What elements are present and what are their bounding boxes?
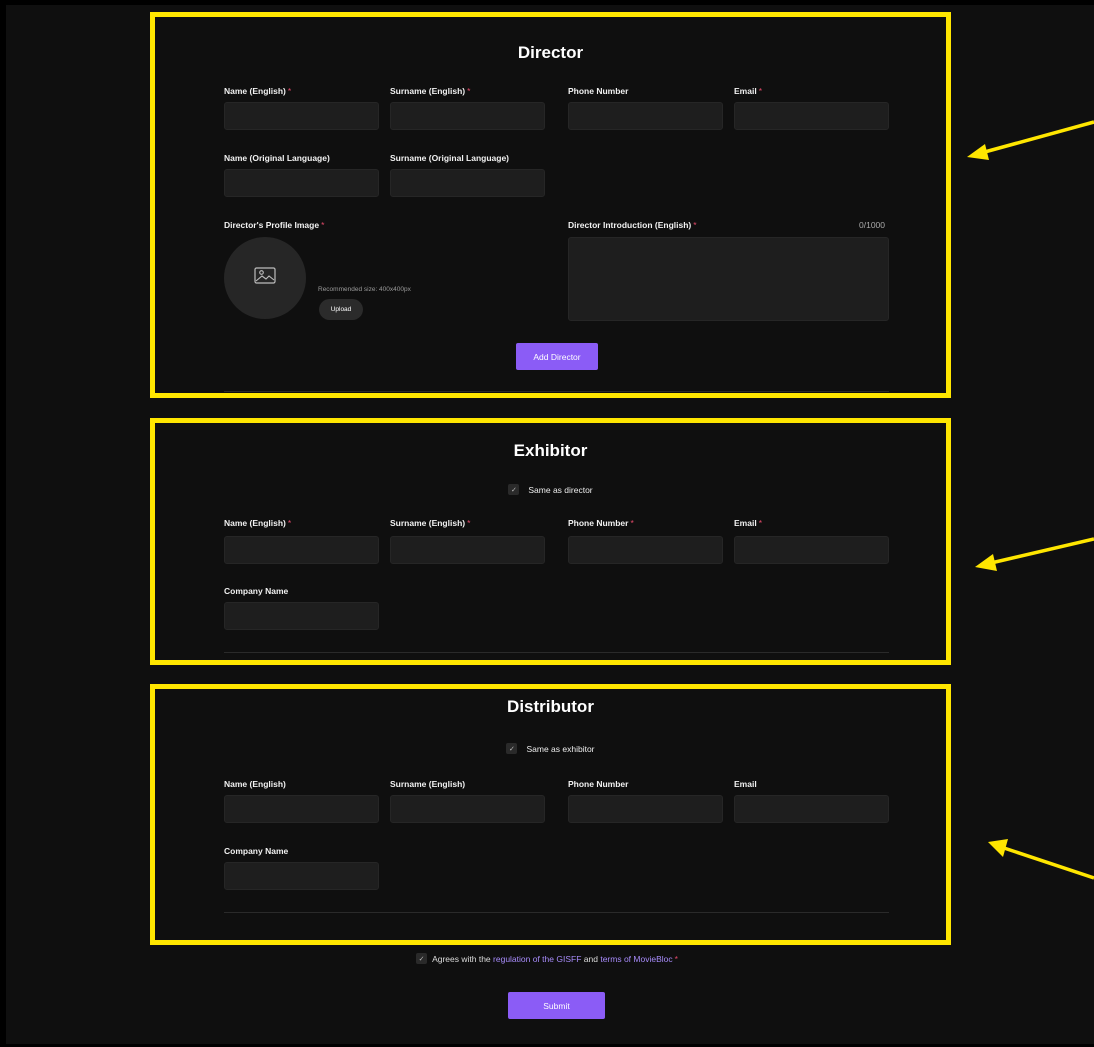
distributor-phone-input[interactable]	[568, 795, 723, 823]
exhibitor-divider	[224, 652, 889, 653]
distributor-divider	[224, 912, 889, 913]
submit-button[interactable]: Submit	[508, 992, 605, 1019]
director-intro-counter: 0/1000	[859, 220, 885, 230]
distributor-email-label: Email	[734, 779, 757, 789]
exhibitor-same-as-row: ✓ Same as director	[155, 484, 946, 495]
distributor-phone-label: Phone Number	[568, 779, 629, 789]
check-icon: ✓	[510, 486, 517, 494]
add-director-button[interactable]: Add Director	[516, 343, 598, 370]
exhibitor-phone-input[interactable]	[568, 536, 723, 564]
moviebloc-terms-link[interactable]: terms of MovieBloc	[600, 954, 672, 964]
same-as-exhibitor-label: Same as exhibitor	[526, 743, 595, 754]
agreement-required-mark: *	[674, 953, 678, 964]
agreement-prefix: Agrees with the	[432, 953, 491, 964]
distributor-name-en-label: Name (English)	[224, 779, 286, 789]
distributor-name-en-input[interactable]	[224, 795, 379, 823]
exhibitor-company-input[interactable]	[224, 602, 379, 630]
check-icon: ✓	[418, 955, 425, 963]
same-as-exhibitor-checkbox[interactable]: ✓	[506, 743, 518, 754]
exhibitor-surname-en-label: Surname (English) *	[390, 518, 471, 528]
exhibitor-name-en-label: Name (English) *	[224, 518, 292, 528]
director-phone-input[interactable]	[568, 102, 723, 130]
exhibitor-section: Exhibitor ✓ Same as director Name (Engli…	[150, 418, 951, 665]
upload-button[interactable]: Upload	[319, 299, 363, 320]
distributor-email-input[interactable]	[734, 795, 889, 823]
arrow-icon	[975, 537, 1094, 571]
distributor-section: Distributor ✓ Same as exhibitor Name (En…	[150, 684, 951, 945]
director-title: Director	[517, 43, 584, 62]
agreement-middle: and	[583, 953, 598, 964]
director-section: Director Name (English) * Surname (Englis…	[150, 12, 951, 398]
exhibitor-surname-en-input[interactable]	[390, 536, 545, 564]
exhibitor-email-label: Email *	[734, 518, 762, 528]
director-surname-orig-label: Surname (Original Language)	[390, 153, 510, 163]
image-icon	[254, 267, 276, 289]
director-intro-label: Director Introduction (English) *	[568, 220, 697, 230]
director-name-en-input[interactable]	[224, 102, 379, 130]
director-intro-textarea[interactable]	[568, 237, 889, 321]
check-icon: ✓	[509, 745, 515, 753]
director-surname-orig-input[interactable]	[390, 169, 545, 197]
recommended-size-text: Recommended size: 400x400px	[318, 286, 411, 293]
director-name-en-label: Name (English) *	[224, 86, 292, 96]
exhibitor-name-en-input[interactable]	[224, 536, 379, 564]
director-phone-label: Phone Number	[568, 86, 629, 96]
director-name-orig-input[interactable]	[224, 169, 379, 197]
agreement-row: ✓ Agrees with the regulation of the GISF…	[0, 953, 1094, 964]
distributor-same-as-row: ✓ Same as exhibitor	[155, 743, 946, 754]
distributor-company-label: Company Name	[224, 846, 289, 856]
gisff-regulation-link[interactable]: regulation of the GISFF	[493, 954, 581, 964]
distributor-title: Distributor	[507, 697, 594, 716]
director-email-input[interactable]	[734, 102, 889, 130]
distributor-company-input[interactable]	[224, 862, 379, 890]
agreement-checkbox[interactable]: ✓	[416, 953, 428, 964]
director-divider	[224, 391, 889, 392]
arrow-icon	[967, 120, 1094, 160]
director-surname-en-input[interactable]	[390, 102, 545, 130]
distributor-surname-en-input[interactable]	[390, 795, 545, 823]
exhibitor-email-input[interactable]	[734, 536, 889, 564]
director-email-label: Email *	[734, 86, 762, 96]
distributor-surname-en-label: Surname (English)	[390, 779, 466, 789]
same-as-director-checkbox[interactable]: ✓	[508, 484, 520, 495]
director-profile-image-label: Director's Profile Image *	[224, 220, 325, 230]
arrow-icon	[988, 839, 1094, 880]
director-name-orig-label: Name (Original Language)	[224, 153, 330, 163]
exhibitor-company-label: Company Name	[224, 586, 289, 596]
profile-image-placeholder[interactable]	[224, 237, 306, 319]
same-as-director-label: Same as director	[528, 484, 593, 495]
director-surname-en-label: Surname (English) *	[390, 86, 471, 96]
exhibitor-phone-label: Phone Number *	[568, 518, 634, 528]
exhibitor-title: Exhibitor	[513, 441, 588, 460]
